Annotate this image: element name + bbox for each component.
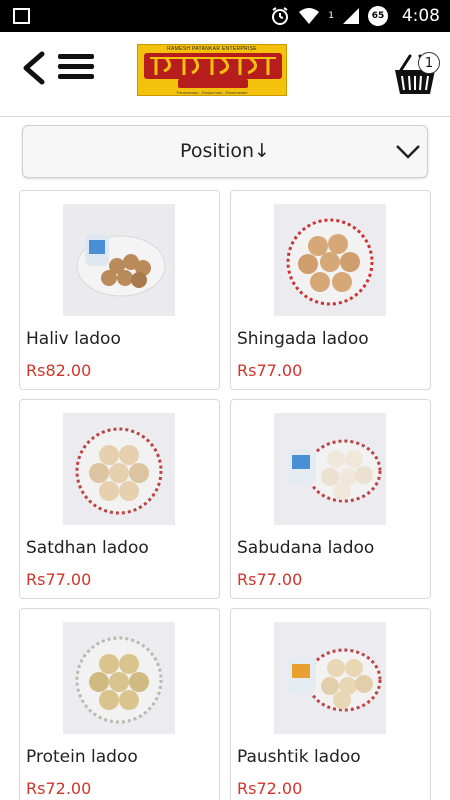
product-price: Rs77.00	[237, 570, 303, 589]
product-price: Rs72.00	[237, 779, 303, 798]
cart-button[interactable]: 1	[392, 48, 442, 98]
product-card[interactable]: Satdhan ladoo Rs77.00	[19, 399, 220, 599]
product-card[interactable]: Paushtik ladoo Rs72.00	[230, 608, 431, 800]
product-price: Rs77.00	[26, 570, 92, 589]
logo-tagline: Paramanam...Paripurnam...Paramanam	[176, 90, 248, 95]
product-name[interactable]: Shingada ladoo	[237, 329, 369, 349]
sort-dropdown[interactable]: Position↓	[22, 125, 428, 178]
product-name[interactable]: Satdhan ladoo	[26, 538, 149, 558]
cart-count-badge: 1	[418, 52, 440, 74]
product-name[interactable]: Haliv ladoo	[26, 329, 121, 349]
signal-label: 1	[328, 11, 334, 21]
logo-top-line: RAMESH PATANKAR ENTERPRISE	[167, 46, 257, 52]
product-card[interactable]: Sabudana ladoo Rs77.00	[230, 399, 431, 599]
product-card[interactable]: Protein ladoo Rs72.00	[19, 608, 220, 800]
brand-logo[interactable]: RAMESH PATANKAR ENTERPRISE Paramanam...P…	[137, 44, 287, 96]
product-image[interactable]	[274, 413, 386, 525]
logo-subtitle	[178, 79, 248, 88]
chevron-left-icon[interactable]	[20, 50, 48, 86]
status-time: 4:08	[401, 6, 440, 26]
hamburger-menu-icon[interactable]	[58, 54, 94, 82]
product-image[interactable]	[63, 622, 175, 734]
logo-wordmark	[144, 53, 282, 79]
chevron-down-icon	[396, 145, 420, 159]
battery-icon: 65	[368, 6, 388, 26]
product-image[interactable]	[274, 622, 386, 734]
wifi-icon	[299, 8, 320, 24]
product-price: Rs72.00	[26, 779, 92, 798]
product-image[interactable]	[274, 204, 386, 316]
alarm-icon	[272, 7, 289, 25]
status-bar: 1 65 4:08	[0, 0, 450, 32]
product-image[interactable]	[63, 413, 175, 525]
square-notification-icon	[13, 8, 30, 24]
signal-icon	[343, 8, 359, 24]
product-price: Rs82.00	[26, 361, 92, 380]
sort-label: Position↓	[180, 140, 270, 162]
status-icons: 1 65	[270, 5, 388, 27]
product-name[interactable]: Protein ladoo	[26, 747, 138, 767]
product-image[interactable]	[63, 204, 175, 316]
app-header: RAMESH PATANKAR ENTERPRISE Paramanam...P…	[0, 32, 450, 117]
product-price: Rs77.00	[237, 361, 303, 380]
product-name[interactable]: Paushtik ladoo	[237, 747, 361, 767]
product-card[interactable]: Haliv ladoo Rs82.00	[19, 190, 220, 390]
logo-script-icon	[150, 56, 276, 75]
product-card[interactable]: Shingada ladoo Rs77.00	[230, 190, 431, 390]
product-name[interactable]: Sabudana ladoo	[237, 538, 374, 558]
